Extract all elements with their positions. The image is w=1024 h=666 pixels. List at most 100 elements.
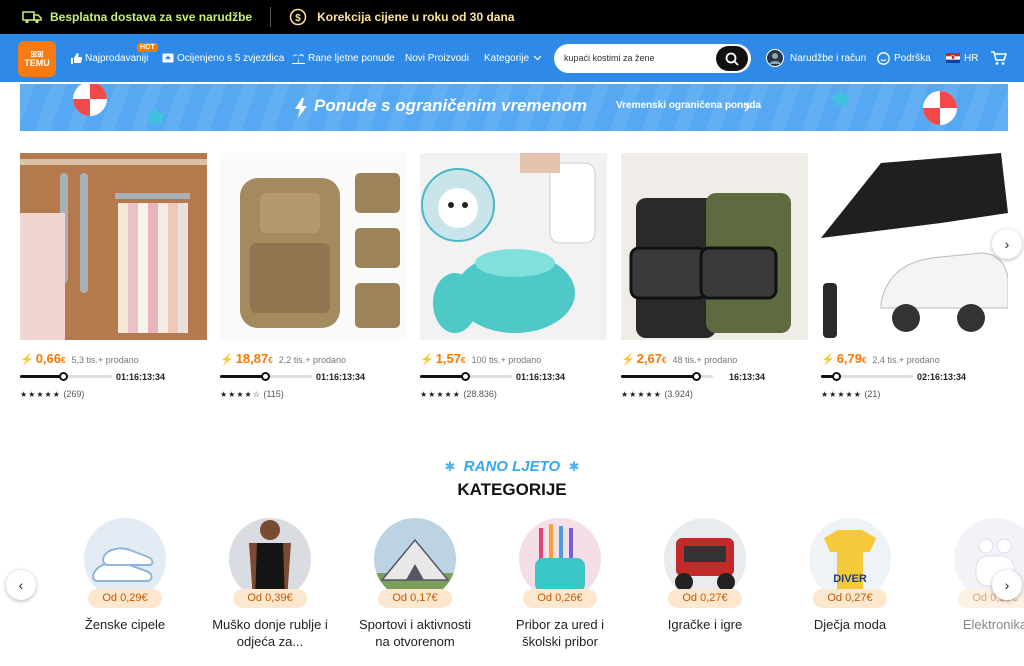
car-sun-umbrella-icon xyxy=(821,153,1008,340)
pen-holder-icon xyxy=(519,518,601,600)
free-shipping-notice[interactable]: Besplatna dostava za sve narudžbe xyxy=(22,10,252,24)
nav-support[interactable]: Podrška xyxy=(877,34,931,82)
starfish-icon: ✱ xyxy=(568,459,580,474)
category-label: Muško donje rublje i odjeća za... xyxy=(212,617,328,649)
lightning-deals-banner[interactable]: Ponude s ograničenim vremenom Vremenski … xyxy=(20,84,1008,131)
nav-orders-account[interactable]: Narudžbe i račun xyxy=(766,34,866,82)
clothes-hangers-icon xyxy=(20,153,207,340)
nav-language[interactable]: HR xyxy=(946,34,978,82)
progress-bar xyxy=(420,372,512,381)
banner-link[interactable]: Vremenski ograničena ponuda xyxy=(616,100,761,111)
products-next-button[interactable]: › xyxy=(992,229,1022,259)
cart-button[interactable] xyxy=(990,34,1007,82)
camping-tent-icon xyxy=(374,518,456,600)
croatia-flag-icon xyxy=(946,53,960,63)
category-label: Pribor za ured i školski pribor xyxy=(515,617,605,649)
category-label: Elektronika xyxy=(962,617,1024,632)
starfish-icon xyxy=(146,106,166,126)
category-image xyxy=(519,518,601,600)
progress-bar xyxy=(821,372,913,381)
countdown-timer: 01:16:13:34 xyxy=(116,372,166,382)
nav-bestsellers-label: Najprodavaniji xyxy=(85,52,149,64)
countdown-timer: 02:16:13:34 xyxy=(917,372,967,382)
category-image xyxy=(664,518,746,600)
category-label: Ženske cipele xyxy=(84,617,166,632)
thumbs-up-icon xyxy=(71,52,82,64)
logo-text: TEMU xyxy=(24,58,50,68)
product-rating: ★★★★★ (3.924) xyxy=(621,389,693,399)
nav-categories-label: Kategorije xyxy=(484,52,530,64)
cart-icon xyxy=(991,50,1007,65)
category-price: Od 0,39€ xyxy=(233,589,307,608)
product-price: ⚡ 6,79 € 2,4 tis.+ prodano xyxy=(821,351,940,366)
price-value: 2,67 xyxy=(636,351,663,366)
progress-fill xyxy=(220,375,266,378)
chevron-right-icon xyxy=(744,102,751,112)
price-currency: € xyxy=(862,356,867,365)
category-price: Od 0,29€ xyxy=(88,589,162,608)
rating-stars: ★★★★☆ xyxy=(220,390,261,399)
rating-stars: ★★★★★ xyxy=(420,390,461,399)
price-currency: € xyxy=(268,356,273,365)
search-input[interactable] xyxy=(564,50,714,66)
product-image[interactable] xyxy=(821,153,1008,340)
starfish-icon xyxy=(831,88,851,108)
category-price: Od 0,17€ xyxy=(378,589,452,608)
price-currency: € xyxy=(662,356,667,365)
product-image[interactable] xyxy=(220,153,407,340)
product-price: ⚡ 18,87 € 2,2 tis.+ prodano xyxy=(220,351,346,366)
search-box xyxy=(554,44,751,73)
product-rating: ★★★★★ (28.836) xyxy=(420,389,497,399)
tactical-belts-icon xyxy=(621,153,808,340)
banner-title: Ponude s ograničenim vremenom xyxy=(314,96,588,115)
chevron-left-icon: ‹ xyxy=(18,577,24,593)
nav-orders-label: Narudžbe i račun xyxy=(790,52,867,64)
category-price: Od 0,26€ xyxy=(523,589,597,608)
progress-knob xyxy=(831,372,841,381)
price-currency: € xyxy=(61,356,66,365)
categories-prev-button[interactable]: ‹ xyxy=(6,570,36,600)
progress-fill xyxy=(621,375,697,378)
product-image[interactable] xyxy=(20,153,207,340)
progress-fill xyxy=(20,375,64,378)
product-rating: ★★★★☆ (115) xyxy=(220,389,284,399)
temu-logo[interactable]: ꕤꕤ TEMU xyxy=(18,41,56,77)
progress-bar xyxy=(20,372,112,381)
category-label: Sportovi i aktivnosti na otvorenom xyxy=(359,617,471,649)
promo-bar: Besplatna dostava za sve narudžbe $ Kore… xyxy=(0,0,1024,34)
avatar-icon xyxy=(766,49,784,67)
nav-new-products[interactable]: Novi Proizvodi xyxy=(405,34,469,82)
nav-early-summer-label: Rane ljetne ponude xyxy=(308,52,395,64)
product-image[interactable] xyxy=(621,153,808,340)
search-button[interactable] xyxy=(716,46,748,71)
nav-support-label: Podrška xyxy=(894,52,931,64)
smiley-support-icon xyxy=(877,51,890,65)
dollar-circle-icon: $ xyxy=(289,8,307,26)
category-label: Igračke i igre xyxy=(667,617,743,632)
price-adjust-notice[interactable]: $ Korekcija cijene u roku od 30 dana xyxy=(289,8,514,26)
sold-count: 48 tis.+ prodano xyxy=(672,355,738,365)
tactical-backpack-icon xyxy=(220,153,407,340)
nav-language-label: HR xyxy=(964,52,979,64)
countdown-timer: 16:13:34 xyxy=(728,372,765,382)
product-price: ⚡ 2,67 € 48 tis.+ prodano xyxy=(621,351,737,366)
rating-stars: ★★★★★ xyxy=(621,390,662,399)
progress-fill xyxy=(420,375,466,378)
category-label: Dječja moda xyxy=(813,617,887,632)
nav-bestsellers[interactable]: Najprodavaniji xyxy=(70,34,148,82)
rating-stars: ★★★★★ xyxy=(20,390,61,399)
product-image[interactable] xyxy=(420,153,607,340)
svg-text:$: $ xyxy=(295,13,301,24)
progress-bar xyxy=(621,372,713,381)
product-price: ⚡ 0,66 € 5,3 tis.+ prodano xyxy=(20,351,139,366)
nav-five-stars[interactable]: Ocijenjeno s 5 zvjezdica xyxy=(162,34,284,82)
svg-text:DIVER: DIVER xyxy=(833,573,867,585)
nav-new-products-label: Novi Proizvodi xyxy=(405,52,469,64)
review-count: (3.924) xyxy=(664,389,693,399)
kids-tshirt-icon: DIVER xyxy=(809,518,891,600)
price-value: 1,57 xyxy=(435,351,462,366)
category-image: DIVER xyxy=(809,518,891,600)
nav-early-summer[interactable]: Rane ljetne ponude xyxy=(292,34,395,82)
nav-categories[interactable]: Kategorije xyxy=(484,34,542,82)
categories-next-button[interactable]: › xyxy=(992,570,1022,600)
